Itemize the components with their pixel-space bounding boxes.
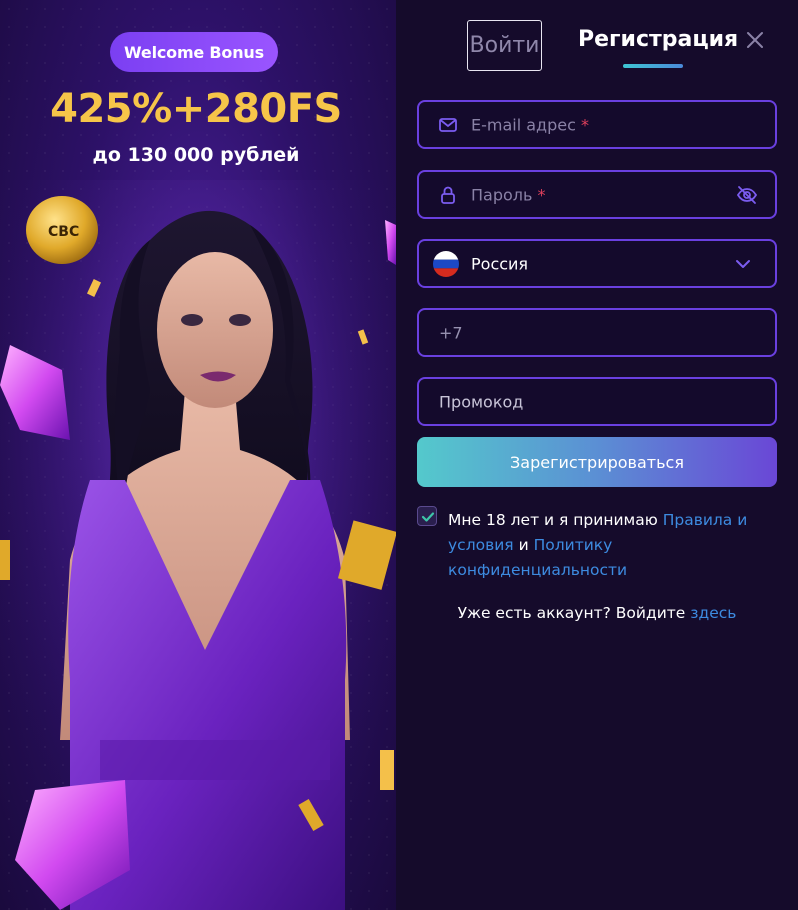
agreement-checkbox[interactable] bbox=[417, 506, 437, 526]
phone-prefix: +7 bbox=[439, 323, 463, 342]
tab-login[interactable]: Войти bbox=[467, 20, 542, 71]
agreement-text: Мне 18 лет и я принимаю Правила и услови… bbox=[448, 511, 748, 579]
phone-field[interactable]: +7 bbox=[417, 308, 777, 357]
lock-icon bbox=[441, 186, 455, 204]
login-here-link[interactable]: здесь bbox=[690, 604, 736, 622]
promo-illustration: CBC bbox=[0, 180, 396, 910]
email-placeholder: E-mail адрес * bbox=[471, 115, 590, 134]
tab-register[interactable]: Регистрация bbox=[578, 27, 738, 52]
have-account-text: Уже есть аккаунт? Войдите здесь bbox=[457, 604, 737, 622]
email-field[interactable]: E-mail адрес * bbox=[417, 100, 777, 149]
promo-code-placeholder: Промокод bbox=[439, 392, 524, 411]
country-value: Россия bbox=[471, 254, 529, 273]
checkmark-icon bbox=[421, 512, 435, 522]
country-select[interactable]: Россия bbox=[417, 239, 777, 288]
welcome-bonus-badge: Welcome Bonus bbox=[110, 32, 278, 72]
register-button[interactable]: Зарегистрироваться bbox=[417, 437, 777, 487]
password-placeholder: Пароль * bbox=[471, 185, 546, 204]
password-field[interactable]: Пароль * bbox=[417, 170, 777, 219]
bonus-amount: 425%+280FS bbox=[50, 86, 342, 132]
close-icon[interactable] bbox=[743, 28, 767, 52]
active-tab-indicator bbox=[623, 64, 683, 68]
promo-code-field[interactable]: Промокод bbox=[417, 377, 777, 426]
chevron-down-icon bbox=[736, 259, 750, 268]
coin-label: CBC bbox=[48, 224, 79, 240]
promo-panel: CBC Welcome Bonus 425%+280FS до 130 000 … bbox=[0, 0, 396, 910]
russia-flag-icon bbox=[433, 250, 459, 277]
eye-off-icon[interactable] bbox=[735, 183, 759, 207]
registration-modal: CBC Welcome Bonus 425%+280FS до 130 000 … bbox=[0, 0, 798, 910]
bonus-subtitle: до 130 000 рублей bbox=[92, 144, 300, 166]
mail-icon bbox=[439, 117, 457, 132]
